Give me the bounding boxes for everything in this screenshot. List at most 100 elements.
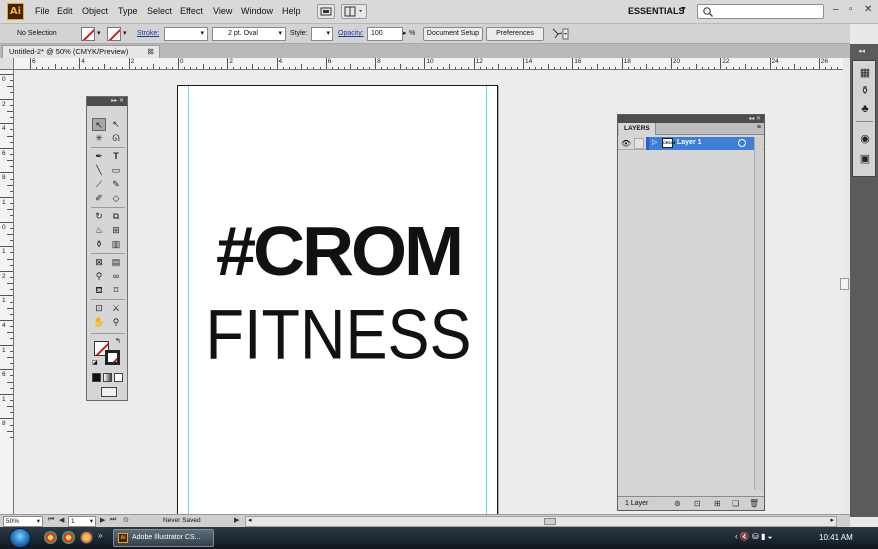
menu-file[interactable]: File <box>35 6 50 16</box>
lasso-tool[interactable]: ᘏ <box>109 132 123 145</box>
chevron-down-icon[interactable]: ▾ <box>123 29 127 37</box>
new-layer-icon[interactable]: ❏ <box>732 499 739 508</box>
pencil-tool[interactable]: ✎ <box>109 178 123 191</box>
graph-tool[interactable]: ▥ <box>109 238 123 251</box>
opacity-link[interactable]: Opacity: <box>338 30 364 37</box>
symbols-icon[interactable]: ♣ <box>857 101 873 117</box>
artboard[interactable]: #CROM FITNESS <box>177 85 498 514</box>
trash-icon[interactable]: 🗑 <box>749 499 759 508</box>
eraser-tool[interactable]: ◇ <box>109 192 123 205</box>
search-input[interactable] <box>697 4 824 19</box>
eyedropper-tool[interactable]: ⚲ <box>92 270 106 283</box>
layers-panel-header[interactable]: ◂◂ ✕ <box>618 115 764 123</box>
rectangle-tool[interactable]: ▭ <box>109 164 123 177</box>
restore-icon[interactable]: ▫ <box>849 4 853 15</box>
fill-swatch[interactable] <box>81 27 95 41</box>
mesh-tool[interactable]: ⊠ <box>92 256 106 269</box>
save-status[interactable]: Never Saved <box>163 517 201 524</box>
previous-artboard-icon[interactable]: ◀ <box>59 516 64 524</box>
gradient-tool[interactable]: ▤ <box>109 256 123 269</box>
document-tab[interactable]: Untitled-2* @ 50% (CMYK/Preview) ⊠ <box>2 45 160 58</box>
artwork-subline[interactable]: FITNESS <box>178 300 499 371</box>
expand-triangle-icon[interactable]: ▷ <box>652 138 657 146</box>
preferences-button[interactable]: Preferences <box>486 27 544 41</box>
minimize-icon[interactable]: – <box>833 4 839 15</box>
clock[interactable]: 10:41 AM <box>819 533 853 542</box>
blend-tool[interactable]: ∞ <box>109 270 123 283</box>
make-clipping-mask-icon[interactable]: ⊡ <box>694 499 701 508</box>
scroll-right-icon[interactable]: ▸ <box>830 516 834 524</box>
next-artboard-icon[interactable]: ▶ <box>100 516 105 524</box>
tools-panel-header[interactable]: ▸▸ ✕ <box>87 97 127 106</box>
reveal-icon[interactable]: ⊙ <box>123 516 129 524</box>
menu-window[interactable]: Window <box>241 6 273 16</box>
swap-colors-icon[interactable]: ↰ <box>115 337 121 345</box>
workspace-switcher[interactable]: ESSENTIALS <box>628 6 685 16</box>
line-tool[interactable]: ╲ <box>92 164 106 177</box>
symbol-sprayer-tool[interactable]: ⚱ <box>92 238 106 251</box>
layers-scrollbar[interactable] <box>754 137 763 490</box>
stroke-weight-field[interactable]: ▾ <box>164 27 208 41</box>
artboard-tool[interactable]: ⊡ <box>92 302 106 315</box>
chevron-right-icon[interactable]: » <box>98 531 102 540</box>
live-paint-selection-tool[interactable]: ⌑ <box>109 284 123 297</box>
status-menu-arrow-icon[interactable]: ▶ <box>234 516 239 524</box>
start-button[interactable] <box>9 528 31 548</box>
chevron-right-icon[interactable]: ▸ <box>403 29 407 37</box>
vertical-ruler[interactable]: 024681012141618 <box>0 70 14 514</box>
horizontal-ruler[interactable]: 6 4 2 0 2 4 6 8 10 12 14 16 18 20 22 24 26 <box>14 58 843 70</box>
gradient-mode-button[interactable] <box>103 373 112 382</box>
zoom-field[interactable]: 50% ▾ <box>3 516 43 527</box>
brush-definition-field[interactable]: 2 pt. Oval ▾ <box>212 27 286 41</box>
type-tool[interactable]: T <box>109 150 123 163</box>
close-icon[interactable]: ✕ <box>864 4 872 15</box>
menu-effect[interactable]: Effect <box>180 6 203 16</box>
tab-layers[interactable]: LAYERS <box>619 123 656 135</box>
locate-object-icon[interactable]: ⊛ <box>674 499 681 508</box>
panel-menu-icon[interactable]: ≡ <box>757 124 761 131</box>
scale-tool[interactable]: ⧉ <box>109 210 123 223</box>
direct-selection-tool[interactable]: ↖ <box>109 118 123 131</box>
default-colors-icon[interactable]: ◪ <box>92 359 98 366</box>
control-options-button[interactable] <box>551 27 569 41</box>
zoom-tool[interactable]: ⚲ <box>109 316 123 329</box>
magic-wand-tool[interactable]: ✳ <box>92 132 106 145</box>
stroke-link[interactable]: Stroke: <box>137 30 159 37</box>
selection-tool[interactable]: ↖ <box>92 118 106 131</box>
collapse-dock-icon[interactable]: ◂◂ <box>858 47 865 55</box>
menu-edit[interactable]: Edit <box>57 6 73 16</box>
target-icon[interactable] <box>738 139 746 147</box>
menu-select[interactable]: Select <box>147 6 172 16</box>
swatches-icon[interactable]: ▦ <box>857 65 873 81</box>
blob-brush-tool[interactable]: ✐ <box>92 192 106 205</box>
chrome-icon[interactable] <box>44 531 57 544</box>
paintbrush-tool[interactable]: ⟋ <box>92 178 106 191</box>
live-paint-tool[interactable]: ⛾ <box>92 284 106 297</box>
pen-tool[interactable]: ✒ <box>92 150 106 163</box>
appearance-icon[interactable]: ◉ <box>857 131 873 147</box>
system-tray[interactable]: ‹ 🔇 ⛁ ▮ ◒ <box>735 532 772 541</box>
document-setup-button[interactable]: Document Setup <box>423 27 483 41</box>
layer-row[interactable]: 👁 ▷ CROM Layer 1 <box>618 137 764 150</box>
artwork-headline[interactable]: #CROM <box>173 216 504 286</box>
stroke-swatch[interactable] <box>107 27 121 41</box>
eye-icon[interactable]: 👁 <box>620 138 632 149</box>
close-tab-icon[interactable]: ⊠ <box>147 46 154 58</box>
graphic-styles-icon[interactable]: ▣ <box>857 151 873 167</box>
screen-mode-button[interactable] <box>101 387 117 397</box>
menu-type[interactable]: Type <box>118 6 138 16</box>
color-mode-button[interactable] <box>92 373 101 382</box>
new-sublayer-icon[interactable]: ⊞ <box>714 499 721 508</box>
free-transform-tool[interactable]: ⊞ <box>109 224 123 237</box>
horizontal-scroll-thumb[interactable] <box>544 518 556 525</box>
artboard-number-field[interactable]: 1 ▾ <box>68 516 96 527</box>
arrange-documents-button[interactable] <box>341 4 367 19</box>
lock-toggle[interactable] <box>634 138 644 149</box>
menu-help[interactable]: Help <box>282 6 301 16</box>
slice-tool[interactable]: ⚔ <box>109 302 123 315</box>
horizontal-scrollbar[interactable]: ◂ ▸ <box>245 516 837 527</box>
firefox-icon[interactable] <box>80 531 93 544</box>
last-artboard-icon[interactable]: ⏭ <box>110 516 116 524</box>
scroll-left-icon[interactable]: ◂ <box>248 516 252 524</box>
rotate-tool[interactable]: ↻ <box>92 210 106 223</box>
